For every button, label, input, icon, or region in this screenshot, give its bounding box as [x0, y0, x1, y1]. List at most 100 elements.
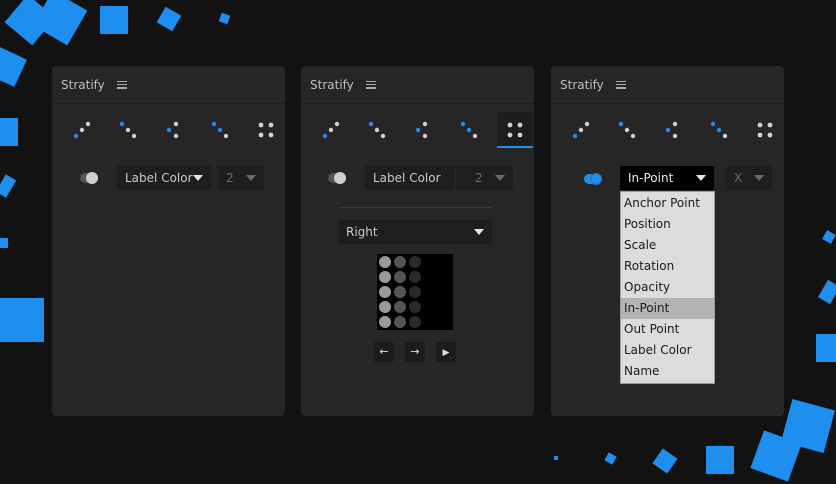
property-dropdown[interactable]: Label Color: [117, 166, 211, 190]
mode-vertical-button[interactable]: [405, 112, 441, 148]
play-button[interactable]: ▶: [436, 342, 456, 362]
grid-dots-icon: [258, 122, 274, 138]
confetti-square: [156, 6, 182, 32]
count-dropdown-value: 2: [226, 171, 234, 185]
preview-dot: [379, 286, 391, 298]
preview-dot: [409, 271, 421, 283]
confetti-square: [554, 456, 558, 460]
mode-diagonal-down-alt-button[interactable]: [202, 112, 238, 148]
preview-dot: [394, 256, 406, 268]
mode-diagonal-down-alt-button[interactable]: [701, 112, 737, 148]
panel-title: Stratify: [560, 77, 604, 92]
step-forward-button[interactable]: →: [405, 342, 425, 362]
diagonal-down-dots-icon: [618, 121, 636, 139]
control-row: Label Color 2: [301, 166, 534, 190]
diagonal-up-dots-icon: [572, 121, 590, 139]
confetti-square: [652, 448, 678, 474]
step-back-button[interactable]: ←: [374, 342, 394, 362]
chevron-down-icon: [474, 229, 484, 235]
stratify-panel-3: Stratify In-Point X Anchor Point Positio…: [551, 66, 784, 416]
count-dropdown[interactable]: 2: [467, 166, 513, 190]
vertical-dots-icon: [166, 121, 179, 139]
vertical-dots-icon: [415, 121, 428, 139]
diagonal-down-dots-icon: [368, 121, 386, 139]
chevron-down-icon: [696, 175, 706, 181]
menu-item-name[interactable]: Name: [621, 361, 714, 382]
mode-diagonal-down-button[interactable]: [110, 112, 146, 148]
confetti-square: [604, 452, 617, 465]
confetti-square: [0, 47, 27, 87]
enable-toggle[interactable]: [328, 172, 346, 184]
stratify-panel-2: Stratify Label Color 2 Right ← → ▶: [301, 66, 534, 416]
mode-diagonal-up-button[interactable]: [563, 112, 599, 148]
mode-grid-button[interactable]: [248, 112, 284, 148]
mode-selector: [563, 112, 773, 152]
menu-item-anchor-point[interactable]: Anchor Point: [621, 193, 714, 214]
preview-dot: [379, 271, 391, 283]
count-dropdown[interactable]: 2: [218, 166, 264, 190]
confetti-square: [218, 12, 231, 25]
grid-preview: [377, 254, 453, 330]
confetti-square: [0, 298, 44, 342]
menu-item-opacity[interactable]: Opacity: [621, 277, 714, 298]
mode-diagonal-down-button[interactable]: [609, 112, 645, 148]
mode-diagonal-up-button[interactable]: [313, 112, 349, 148]
diagonal-down-dots-alt-icon: [211, 121, 229, 139]
chevron-down-icon: [754, 175, 764, 181]
direction-dropdown[interactable]: Right: [338, 220, 492, 244]
menu-item-label-color[interactable]: Label Color: [621, 340, 714, 361]
enable-toggle[interactable]: [80, 172, 98, 184]
hamburger-menu-icon[interactable]: [615, 80, 626, 89]
chevron-down-icon: [246, 175, 256, 181]
preview-dot: [394, 286, 406, 298]
confetti-square: [816, 334, 836, 362]
enable-toggle[interactable]: [584, 173, 602, 185]
mode-diagonal-down-button[interactable]: [359, 112, 395, 148]
diagonal-up-dots-icon: [322, 121, 340, 139]
menu-item-rotation[interactable]: Rotation: [621, 256, 714, 277]
panel-header: Stratify: [551, 66, 784, 104]
mode-grid-button[interactable]: [747, 112, 783, 148]
chevron-down-icon: [495, 175, 505, 181]
hamburger-menu-icon[interactable]: [116, 80, 127, 89]
mode-selector: [313, 112, 533, 152]
preview-dot: [409, 286, 421, 298]
preview-dot: [409, 316, 421, 328]
preview-dot: [409, 301, 421, 313]
diagonal-up-dots-icon: [73, 121, 91, 139]
preview-dot: [409, 256, 421, 268]
mode-diagonal-down-alt-button[interactable]: [451, 112, 487, 148]
menu-item-in-point[interactable]: In-Point: [621, 298, 714, 319]
confetti-square: [822, 230, 836, 244]
property-dropdown-value: Label Color: [125, 171, 193, 185]
diagonal-down-dots-icon: [119, 121, 137, 139]
mode-grid-button[interactable]: [497, 112, 533, 148]
mode-vertical-button[interactable]: [655, 112, 691, 148]
menu-item-position[interactable]: Position: [621, 214, 714, 235]
hamburger-menu-icon[interactable]: [365, 80, 376, 89]
vertical-dots-icon: [665, 121, 678, 139]
panel-title: Stratify: [310, 77, 354, 92]
stratify-panel-1: Stratify Label Color 2: [52, 66, 285, 416]
confetti-square: [706, 446, 734, 474]
control-row: Label Color 2: [52, 166, 285, 190]
menu-item-scale[interactable]: Scale: [621, 235, 714, 256]
mode-diagonal-up-button[interactable]: [64, 112, 100, 148]
property-caret-button[interactable]: [456, 166, 467, 190]
preview-dot: [379, 316, 391, 328]
menu-item-out-point[interactable]: Out Point: [621, 319, 714, 340]
mode-vertical-button[interactable]: [156, 112, 192, 148]
preview-dot: [379, 256, 391, 268]
property-dropdown-menu: Anchor Point Position Scale Rotation Opa…: [620, 191, 715, 384]
direction-dropdown-value: Right: [346, 225, 378, 239]
preview-dot: [379, 301, 391, 313]
property-dropdown[interactable]: In-Point: [620, 166, 714, 190]
grid-dots-icon: [507, 122, 523, 138]
preview-dot: [394, 271, 406, 283]
axis-dropdown[interactable]: X: [726, 166, 772, 190]
arrow-left-icon: ←: [379, 345, 389, 358]
panel-header: Stratify: [52, 66, 285, 104]
property-dropdown[interactable]: Label Color: [365, 166, 455, 190]
play-icon: ▶: [442, 348, 450, 358]
confetti-square: [0, 174, 17, 198]
